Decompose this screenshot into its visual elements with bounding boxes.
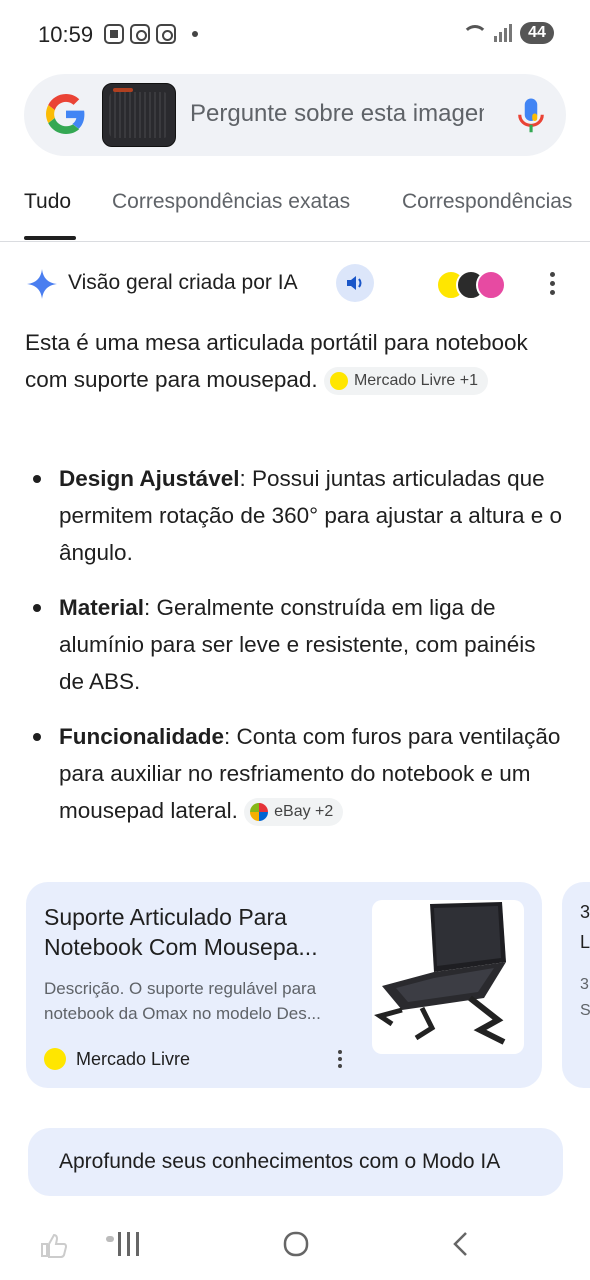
peek-text: 3 [580,976,589,993]
ebay-favicon-icon [250,803,269,822]
bullet-heading: Design Ajustável [59,466,240,491]
bullet-heading: Funcionalidade [59,724,225,749]
source-chip-label: Mercado Livre +1 [353,372,478,390]
instagram-icon [130,24,150,44]
product-image[interactable] [372,900,524,1054]
card-title[interactable]: Suporte Articulado Para Notebook Com Mou… [44,902,364,962]
system-icons: 44 [460,22,554,44]
bullet-heading: Material [59,595,145,620]
tab-correspondencias-exatas[interactable]: Correspondências exatas [112,190,350,214]
query-image-thumbnail[interactable] [102,83,176,147]
instagram-icon [156,24,176,44]
status-time: 10:59 [38,22,94,47]
listen-button[interactable] [336,264,374,302]
source-favicons[interactable] [436,266,524,302]
active-tab-indicator [24,236,76,240]
card-more-options-icon[interactable] [338,1050,342,1071]
peek-text: 3 [580,902,590,922]
google-logo-icon [46,94,85,134]
laptop-stand-illustration [374,902,506,1045]
mercado-livre-favicon-icon [44,1048,66,1070]
result-card[interactable]: Suporte Articulado Para Notebook Com Mou… [26,882,542,1088]
home-icon[interactable] [282,1230,310,1258]
status-bar: 10:59 44 [0,0,590,70]
peek-text: S [580,1002,590,1019]
search-bar[interactable]: Pergunte sobre esta imagem [24,74,566,156]
system-navigation-bar [0,1210,590,1280]
source-favicon-icon [476,270,506,300]
back-icon[interactable] [450,1230,472,1258]
notification-icons [104,24,198,44]
microphone-icon[interactable] [516,96,546,136]
speaker-icon [347,276,362,290]
signal-icon [494,24,512,42]
recent-apps-icon[interactable] [104,1230,144,1258]
mercado-livre-favicon-icon [329,372,348,391]
tab-correspondencias[interactable]: Correspondências [402,190,572,214]
more-options-icon[interactable] [550,272,556,296]
ai-summary: Esta é uma mesa articulada portátil para… [25,324,555,398]
ai-sparkle-icon [27,269,57,299]
ai-overview-header: Visão geral criada por IA [26,262,566,306]
next-result-card[interactable]: 3 L 3 S [562,882,590,1088]
card-description: Descrição. O suporte regulável para note… [44,979,321,1023]
screenshot-icon [104,24,124,44]
peek-text: L [580,932,590,952]
wifi-icon [460,23,488,43]
list-item: Material: Geralmente construída em liga … [25,589,565,700]
ai-mode-label: Aprofunde seus conhecimentos com o Modo … [59,1150,501,1173]
more-notifications-dot-icon [192,31,198,37]
ai-overview-title: Visão geral criada por IA [68,271,298,294]
ai-mode-button[interactable]: Aprofunde seus conhecimentos com o Modo … [28,1128,563,1196]
search-tabs: Tudo Correspondências exatas Correspondê… [0,180,590,242]
source-chip[interactable]: Mercado Livre +1 [323,367,488,396]
source-chip[interactable]: eBay +2 [244,798,344,827]
card-source: Mercado Livre [44,1048,190,1070]
list-item: Funcionalidade: Conta com furos para ven… [25,718,565,829]
source-chip-label: eBay +2 [274,803,334,821]
tab-tudo[interactable]: Tudo [24,190,71,214]
thumbs-up-icon[interactable] [40,1232,68,1258]
card-source-label: Mercado Livre [76,1048,191,1069]
ai-bullet-list: Design Ajustável: Possui juntas articula… [25,460,565,847]
search-input[interactable]: Pergunte sobre esta imagem [190,100,484,128]
list-item: Design Ajustável: Possui juntas articula… [25,460,565,571]
battery-level: 44 [520,22,554,44]
